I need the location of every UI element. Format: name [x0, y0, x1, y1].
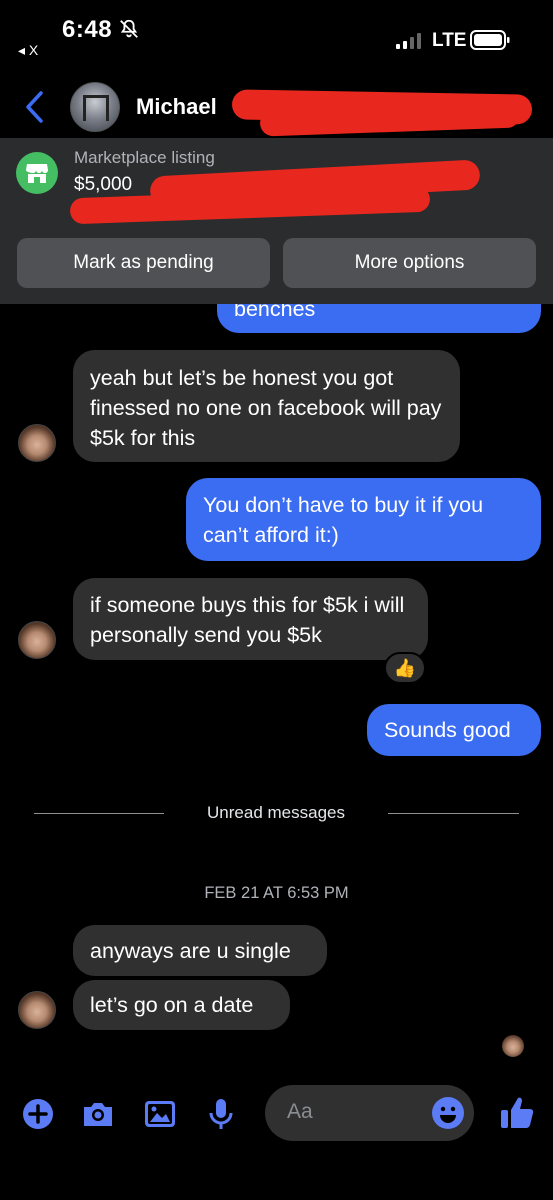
- status-bar: 6:48 ◂ X LTE: [0, 0, 553, 70]
- listing-label: Marketplace listing: [74, 148, 215, 167]
- battery-icon: [470, 30, 510, 50]
- thumbs-up-reaction[interactable]: 👍: [384, 652, 426, 684]
- plus-icon[interactable]: [20, 1096, 56, 1132]
- conversation-header: Michael: [0, 70, 553, 138]
- message-bubble-incoming[interactable]: anyways are u single: [73, 925, 327, 976]
- thumbs-up-icon[interactable]: [498, 1094, 536, 1132]
- message-timestamp: FEB 21 AT 6:53 PM: [204, 884, 349, 902]
- contact-avatar: [18, 991, 56, 1029]
- signal-icon: [396, 33, 421, 49]
- contact-name[interactable]: Michael: [136, 94, 217, 120]
- microphone-icon[interactable]: [203, 1096, 239, 1132]
- message-bubble-incoming[interactable]: yeah but let’s be honest you got finesse…: [73, 350, 460, 462]
- contact-avatar: [18, 621, 56, 659]
- more-options-button[interactable]: More options: [283, 238, 536, 288]
- listing-price: $5,000: [74, 174, 133, 195]
- camera-icon[interactable]: [80, 1096, 116, 1132]
- mark-as-pending-button[interactable]: Mark as pending: [17, 238, 270, 288]
- unread-messages-divider: Unread messages: [207, 803, 345, 822]
- image-icon[interactable]: [142, 1096, 178, 1132]
- back-to-app-link[interactable]: ◂ X: [18, 42, 38, 59]
- contact-avatar: [18, 424, 56, 462]
- message-bubble-outgoing[interactable]: Sounds good: [367, 704, 541, 756]
- store-icon: [16, 152, 58, 194]
- message-bubble-outgoing[interactable]: You don’t have to buy it if you can’t af…: [186, 478, 541, 561]
- back-chevron-icon[interactable]: [22, 90, 48, 124]
- message-bubble-incoming[interactable]: let’s go on a date: [73, 980, 290, 1030]
- message-bubble-incoming[interactable]: if someone buys this for $5k i will pers…: [73, 578, 428, 660]
- bell-slash-icon: [120, 19, 138, 38]
- contact-avatar[interactable]: [70, 82, 120, 132]
- emoji-icon[interactable]: [431, 1096, 465, 1130]
- divider-line: [388, 813, 519, 814]
- read-receipt-avatar: [502, 1035, 524, 1057]
- marketplace-listing-panel: Marketplace listing $5,000 Mark as pendi…: [0, 138, 553, 304]
- clock: 6:48: [62, 16, 113, 43]
- divider-line: [34, 813, 164, 814]
- message-input-placeholder: Aa: [287, 1100, 313, 1123]
- network-type: LTE: [432, 30, 467, 51]
- message-input[interactable]: Aa: [265, 1085, 474, 1141]
